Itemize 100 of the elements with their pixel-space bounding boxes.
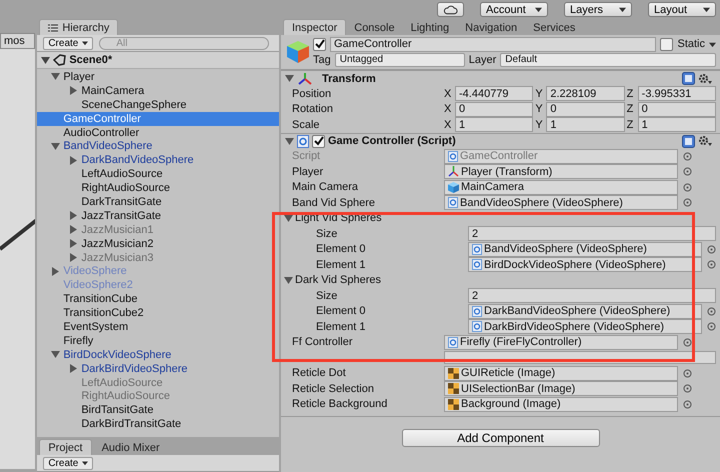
hierarchy-item[interactable]: EventSystem: [37, 320, 279, 334]
object-field[interactable]: Background (Image): [444, 396, 678, 412]
active-checkbox[interactable]: [313, 38, 326, 50]
layer-label: Layer: [468, 54, 496, 66]
expanded-arrow-icon[interactable]: [284, 214, 293, 223]
collapsed-arrow-icon[interactable]: [51, 266, 60, 276]
cloud-button[interactable]: [437, 2, 464, 17]
property-label: Reticle Background: [291, 398, 388, 410]
gizmos-dropdown[interactable]: mos: [0, 33, 36, 49]
object-field[interactable]: Firefly (FireFlyController): [444, 334, 678, 350]
script-icon: [448, 336, 458, 348]
hierarchy-item[interactable]: GameController: [37, 112, 279, 126]
hierarchy-item[interactable]: BirdDockVideoSphere: [37, 348, 279, 362]
object-field[interactable]: Player (Transform): [444, 164, 678, 180]
property-label: Element 0: [315, 305, 367, 318]
property-label: Element 1: [315, 258, 367, 271]
panel-tab[interactable]: Audio Mixer: [94, 440, 168, 455]
collapsed-arrow-icon[interactable]: [69, 86, 78, 96]
hierarchy-item[interactable]: Player: [37, 70, 279, 84]
number-field[interactable]: 0: [546, 102, 625, 117]
hierarchy-item[interactable]: JazzMusician2: [37, 236, 279, 251]
axis-label: Z: [626, 88, 634, 100]
create-dropdown[interactable]: Create: [43, 36, 94, 50]
hierarchy-item[interactable]: LeftAudioSource: [37, 167, 279, 182]
number-field[interactable]: 1: [546, 117, 625, 132]
hierarchy-item[interactable]: DarkBirdVideoSphere: [37, 362, 279, 376]
number-field[interactable]: 1: [638, 117, 716, 132]
object-picker-icon[interactable]: [683, 338, 692, 347]
number-field[interactable]: 2: [468, 226, 716, 242]
property-label: Script: [291, 150, 322, 162]
property-label: Element 0: [315, 243, 367, 256]
expanded-arrow-icon[interactable]: [41, 56, 50, 64]
hierarchy-item[interactable]: AudioController: [37, 126, 279, 140]
help-icon[interactable]: [682, 72, 695, 85]
hierarchy-item[interactable]: DarkTransitGate: [37, 195, 279, 209]
object-field[interactable]: MainCamera: [444, 180, 678, 195]
enabled-checkbox[interactable]: [312, 134, 325, 148]
collapsed-arrow-icon[interactable]: [69, 156, 78, 165]
static-checkbox[interactable]: [660, 38, 674, 50]
script-icon: [448, 197, 458, 208]
collapsed-arrow-icon[interactable]: [69, 239, 78, 248]
number-field[interactable]: 1: [455, 117, 534, 132]
panel-tab[interactable]: Project: [39, 439, 92, 455]
expanded-arrow-icon[interactable]: [285, 136, 294, 146]
collapsed-arrow-icon[interactable]: [69, 253, 78, 262]
caret-icon: [82, 40, 88, 46]
axis-label: Z: [626, 118, 634, 131]
expanded-arrow-icon[interactable]: [51, 142, 60, 151]
number-field[interactable]: 2.228109: [546, 86, 625, 102]
hierarchy-item[interactable]: TransitionCube2: [37, 306, 279, 320]
expanded-arrow-icon[interactable]: [51, 350, 60, 360]
number-field[interactable]: 0: [455, 102, 534, 117]
expanded-arrow-icon[interactable]: [285, 74, 294, 83]
hierarchy-item[interactable]: TransitionCube: [37, 292, 279, 306]
expanded-arrow-icon[interactable]: [51, 72, 60, 82]
panel-tab[interactable]: Console: [346, 20, 403, 35]
add-component-button[interactable]: Add Component: [402, 429, 600, 447]
panel-tab[interactable]: Services: [525, 20, 584, 35]
create-dropdown[interactable]: Create: [43, 456, 94, 470]
object-field[interactable]: BirdDockVideoSphere (VideoSphere): [468, 257, 702, 272]
settings-icon[interactable]: [698, 72, 712, 84]
tag-dropdown[interactable]: Untagged: [334, 53, 465, 67]
array-label: Dark Vid Spheres: [295, 274, 382, 286]
object-field[interactable]: DarkBandVideoSphere (VideoSphere): [468, 304, 702, 319]
collapsed-arrow-icon[interactable]: [69, 364, 78, 374]
name-field[interactable]: GameController: [330, 36, 656, 52]
object-field[interactable]: BandVideoSphere (VideoSphere): [444, 195, 678, 210]
number-field[interactable]: -3.995331: [638, 86, 716, 102]
expanded-arrow-icon[interactable]: [284, 276, 293, 285]
help-icon[interactable]: [682, 134, 695, 148]
settings-icon[interactable]: [698, 135, 712, 147]
hierarchy-item[interactable]: JazzTransitGate: [37, 208, 279, 223]
object-field[interactable]: UISelectionBar (Image): [444, 381, 678, 396]
panel-tab[interactable]: Navigation: [457, 20, 526, 35]
object-field[interactable]: BandVideoSphere (VideoSphere): [468, 242, 702, 257]
toolbar-dropdown[interactable]: Account: [480, 2, 548, 17]
number-field[interactable]: -4.440779: [455, 86, 534, 102]
object-field[interactable]: GUIReticle (Image): [444, 366, 678, 381]
hierarchy-item[interactable]: Firefly: [37, 334, 279, 348]
hierarchy-item[interactable]: DarkBirdTransitGate: [37, 417, 279, 432]
collapsed-arrow-icon[interactable]: [69, 211, 78, 220]
toolbar-dropdown[interactable]: Layers: [564, 2, 632, 17]
collapsed-arrow-icon[interactable]: [69, 225, 78, 234]
object-field[interactable]: DarkBirdVideoSphere (VideoSphere): [468, 319, 702, 334]
hierarchy-item[interactable]: RightAudioSource: [37, 181, 279, 196]
hierarchy-item[interactable]: MainCamera: [37, 84, 279, 98]
property-label: Ff Controller: [291, 336, 354, 348]
hierarchy-item[interactable]: BirdTansitGate: [37, 403, 279, 418]
number-field[interactable]: 0: [638, 102, 716, 117]
panel-tab[interactable]: Inspector: [283, 19, 346, 35]
hierarchy-tab[interactable]: Hierarchy: [39, 19, 118, 35]
axis-label: Z: [626, 103, 634, 116]
panel-tab[interactable]: Lighting: [402, 20, 458, 35]
axis-label: Y: [535, 118, 544, 131]
hierarchy-item[interactable]: DarkBandVideoSphere: [37, 153, 279, 168]
number-field[interactable]: 2: [468, 288, 716, 304]
hierarchy-item[interactable]: SceneChangeSphere: [37, 98, 279, 112]
hierarchy-item[interactable]: BandVideoSphere: [37, 139, 279, 154]
layer-dropdown[interactable]: Default: [500, 53, 716, 67]
toolbar-dropdown[interactable]: Layout: [648, 2, 716, 17]
